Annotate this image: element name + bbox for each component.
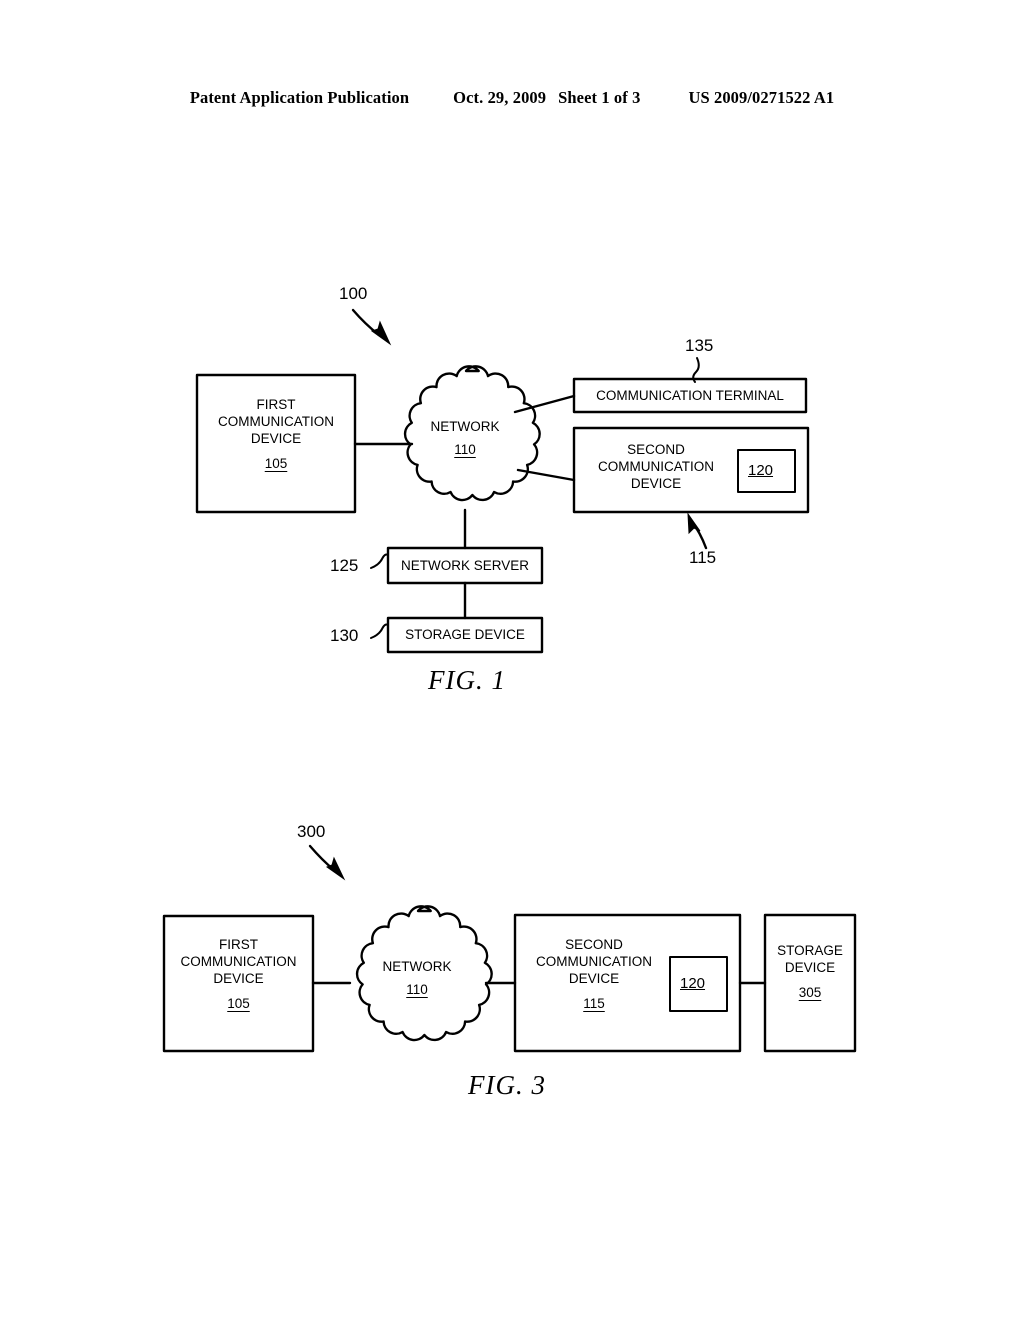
second-device-line3-fig3: DEVICE xyxy=(568,971,620,986)
figure-3-caption: FIG. 3 xyxy=(468,1070,546,1100)
label-network-fig3: NETWORK 110 xyxy=(352,958,482,998)
figure-3-drawing xyxy=(162,844,857,1053)
arrow-system-300 xyxy=(308,844,346,881)
first-device-line3-fig3: DEVICE xyxy=(213,971,264,986)
storage-device-line2-fig3: DEVICE xyxy=(784,960,836,975)
second-device-ref-fig3: 115 xyxy=(583,996,605,1011)
storage-device-line1-fig3: STORAGE xyxy=(777,943,843,958)
second-device-line1-fig3: SECOND xyxy=(565,937,623,952)
label-module-120-fig3: 120 xyxy=(680,975,706,992)
patent-drawing-sheet: Patent Application Publication Oct. 29, … xyxy=(0,0,1024,1320)
first-device-ref-fig3: 105 xyxy=(227,996,250,1011)
figure-3-system-ref: 300 xyxy=(297,822,326,841)
label-storage-device-fig3: STORAGE DEVICE 305 xyxy=(765,942,855,1001)
second-device-line2-fig3: COMMUNICATION xyxy=(536,954,652,969)
network-ref-fig3: 110 xyxy=(406,982,428,997)
storage-device-ref-fig3: 305 xyxy=(798,985,822,1000)
network-label-fig3: NETWORK xyxy=(382,959,452,974)
label-first-communication-device-fig3: FIRST COMMUNICATION DEVICE 105 xyxy=(166,936,311,1012)
first-device-line2-fig3: COMMUNICATION xyxy=(180,954,297,969)
label-second-communication-device-fig3: SECOND COMMUNICATION DEVICE 115 xyxy=(518,936,670,1012)
first-device-line1-fig3: FIRST xyxy=(219,937,258,952)
